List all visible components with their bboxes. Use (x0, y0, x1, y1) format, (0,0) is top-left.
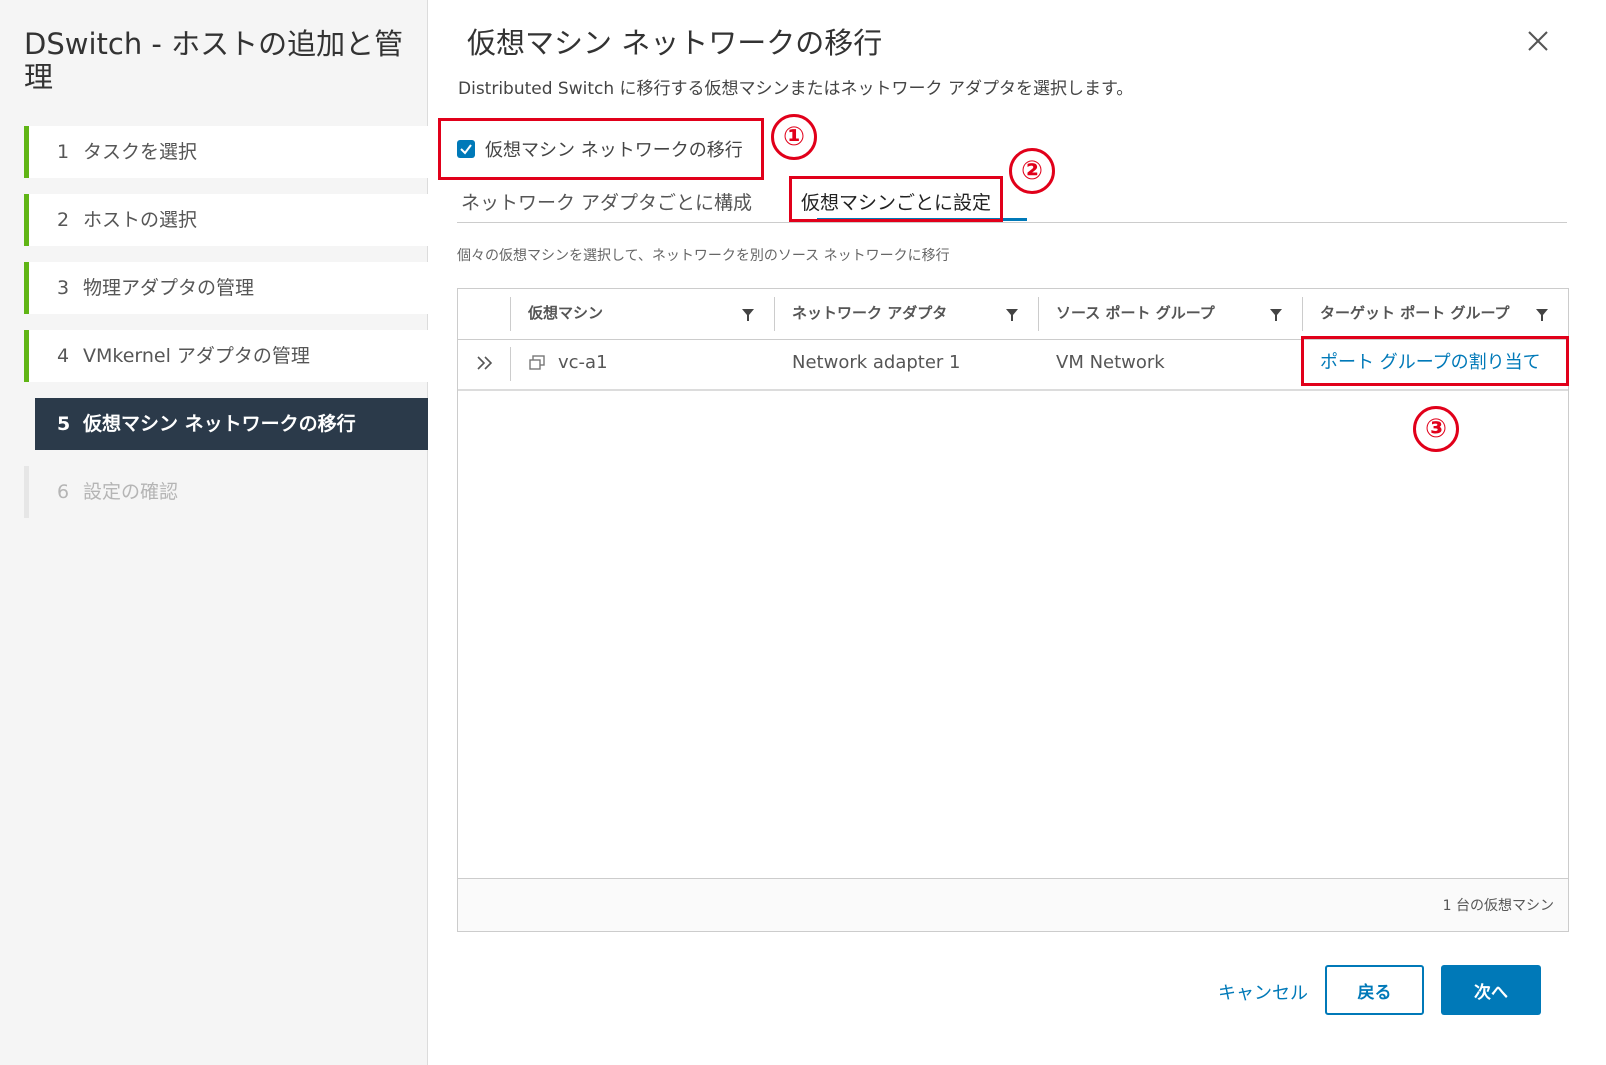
source-port-group: VM Network (1056, 352, 1165, 373)
grid-footer: 1 台の仮想マシン (458, 878, 1568, 931)
wizard-title: DSwitch - ホストの追加と管理 (24, 27, 404, 94)
annotation-box-1 (438, 118, 764, 180)
column-header-target[interactable]: ターゲット ポート グループ (1320, 289, 1510, 339)
step-number: 6 (57, 481, 70, 503)
step-label: 設定の確認 (83, 481, 179, 503)
annotation-marker-1: ① (771, 114, 817, 160)
annotation-marker-3: ③ (1413, 406, 1459, 452)
vm-icon (529, 355, 545, 370)
wizard-steps: 1 タスクを選択 2 ホストの選択 3 物理アダプタの管理 4 VMkernel アダプ… (24, 126, 428, 534)
grid-header: 仮想マシン ネットワーク アダプタ ソース ポート グループ ターゲット ポート… (458, 289, 1568, 340)
filter-icon[interactable] (742, 309, 754, 321)
double-chevron-right-icon[interactable] (476, 355, 494, 371)
dialog-title: 仮想マシン ネットワークの移行 (467, 26, 883, 60)
step-label: 物理アダプタの管理 (83, 277, 255, 299)
dialog-main: 仮想マシン ネットワークの移行 Distributed Switch に移行する… (429, 0, 1606, 1065)
step-number: 4 (57, 345, 70, 367)
step-number: 1 (57, 141, 70, 163)
step-number: 2 (57, 209, 70, 231)
step-migrate-vm-network[interactable]: 5 仮想マシン ネットワークの移行 (35, 398, 428, 450)
network-adapter: Network adapter 1 (792, 352, 961, 373)
column-separator (774, 297, 775, 331)
back-button[interactable]: 戻る (1325, 965, 1424, 1015)
column-separator (1038, 297, 1039, 331)
column-header-source[interactable]: ソース ポート グループ (1056, 289, 1215, 339)
tab-by-network-adapter[interactable]: ネットワーク アダプタごとに構成 (461, 188, 752, 215)
annotation-marker-2: ② (1009, 148, 1055, 194)
filter-icon[interactable] (1006, 309, 1018, 321)
step-vmkernel-adapters[interactable]: 4 VMkernel アダプタの管理 (24, 330, 428, 382)
dialog-subtitle: Distributed Switch に移行する仮想マシンまたはネットワーク ア… (458, 79, 1134, 99)
step-review-settings: 6 設定の確認 (24, 466, 428, 518)
column-separator (510, 297, 511, 331)
filter-icon[interactable] (1270, 309, 1282, 321)
row-separator (510, 347, 511, 381)
vm-count: 1 台の仮想マシン (1442, 898, 1554, 914)
step-physical-adapters[interactable]: 3 物理アダプタの管理 (24, 262, 428, 314)
next-button[interactable]: 次へ (1441, 965, 1541, 1015)
wizard-sidebar: DSwitch - ホストの追加と管理 1 タスクを選択 2 ホストの選択 3 物理ア… (0, 0, 428, 1065)
grid-description: 個々の仮想マシンを選択して、ネットワークを別のソース ネットワークに移行 (457, 248, 950, 264)
vm-name: vc-a1 (558, 352, 608, 373)
filter-icon[interactable] (1536, 309, 1548, 321)
annotation-box-3 (1301, 336, 1569, 386)
tab-bar: ネットワーク アダプタごとに構成 仮想マシンごとに設定 (457, 178, 1567, 223)
cancel-button[interactable]: キャンセル (1212, 978, 1314, 1006)
step-label: タスクを選択 (83, 141, 198, 163)
step-number: 3 (57, 277, 70, 299)
column-header-adapter[interactable]: ネットワーク アダプタ (792, 289, 947, 339)
column-header-vm[interactable]: 仮想マシン (528, 289, 603, 339)
close-icon[interactable] (1525, 28, 1551, 54)
annotation-box-2 (789, 176, 1003, 222)
column-separator (1302, 297, 1303, 331)
step-number: 5 (57, 413, 71, 435)
step-label: ホストの選択 (83, 209, 198, 231)
step-select-task[interactable]: 1 タスクを選択 (24, 126, 428, 178)
step-label: VMkernel アダプタの管理 (83, 345, 310, 367)
step-label: 仮想マシン ネットワークの移行 (83, 413, 356, 435)
step-select-hosts[interactable]: 2 ホストの選択 (24, 194, 428, 246)
